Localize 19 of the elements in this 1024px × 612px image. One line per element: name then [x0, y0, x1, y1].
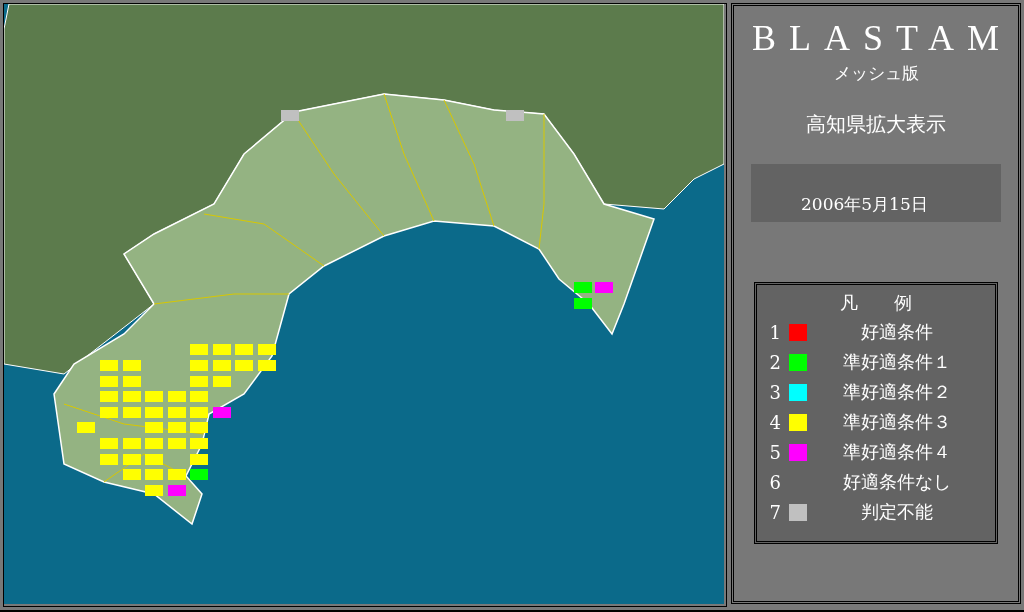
- legend-label: 判定不能: [860, 500, 934, 524]
- app-title: BLASTAM: [750, 17, 1013, 60]
- legend-number: 3: [768, 381, 781, 403]
- legend-label: 準好適条件２: [842, 380, 952, 404]
- legend-label: 準好適条件３: [842, 410, 952, 434]
- legend-label: 準好適条件４: [842, 440, 952, 464]
- legend-label: 準好適条件１: [842, 350, 952, 374]
- legend-number: 5: [768, 441, 781, 463]
- legend-title: 凡 例: [839, 291, 913, 315]
- legend-number: 2: [768, 351, 781, 373]
- date-display: 2006年5月15日: [751, 164, 1001, 222]
- legend-label: 好適条件なし: [842, 470, 952, 494]
- legend-number: 6: [768, 471, 781, 493]
- legend-number: 7: [768, 501, 781, 523]
- legend-label: 好適条件: [860, 320, 934, 344]
- legend-number: 1: [768, 321, 781, 343]
- legend-number: 4: [768, 411, 781, 433]
- app-subtitle: メッシュ版: [833, 62, 919, 85]
- region-label: 高知県拡大表示: [806, 111, 946, 138]
